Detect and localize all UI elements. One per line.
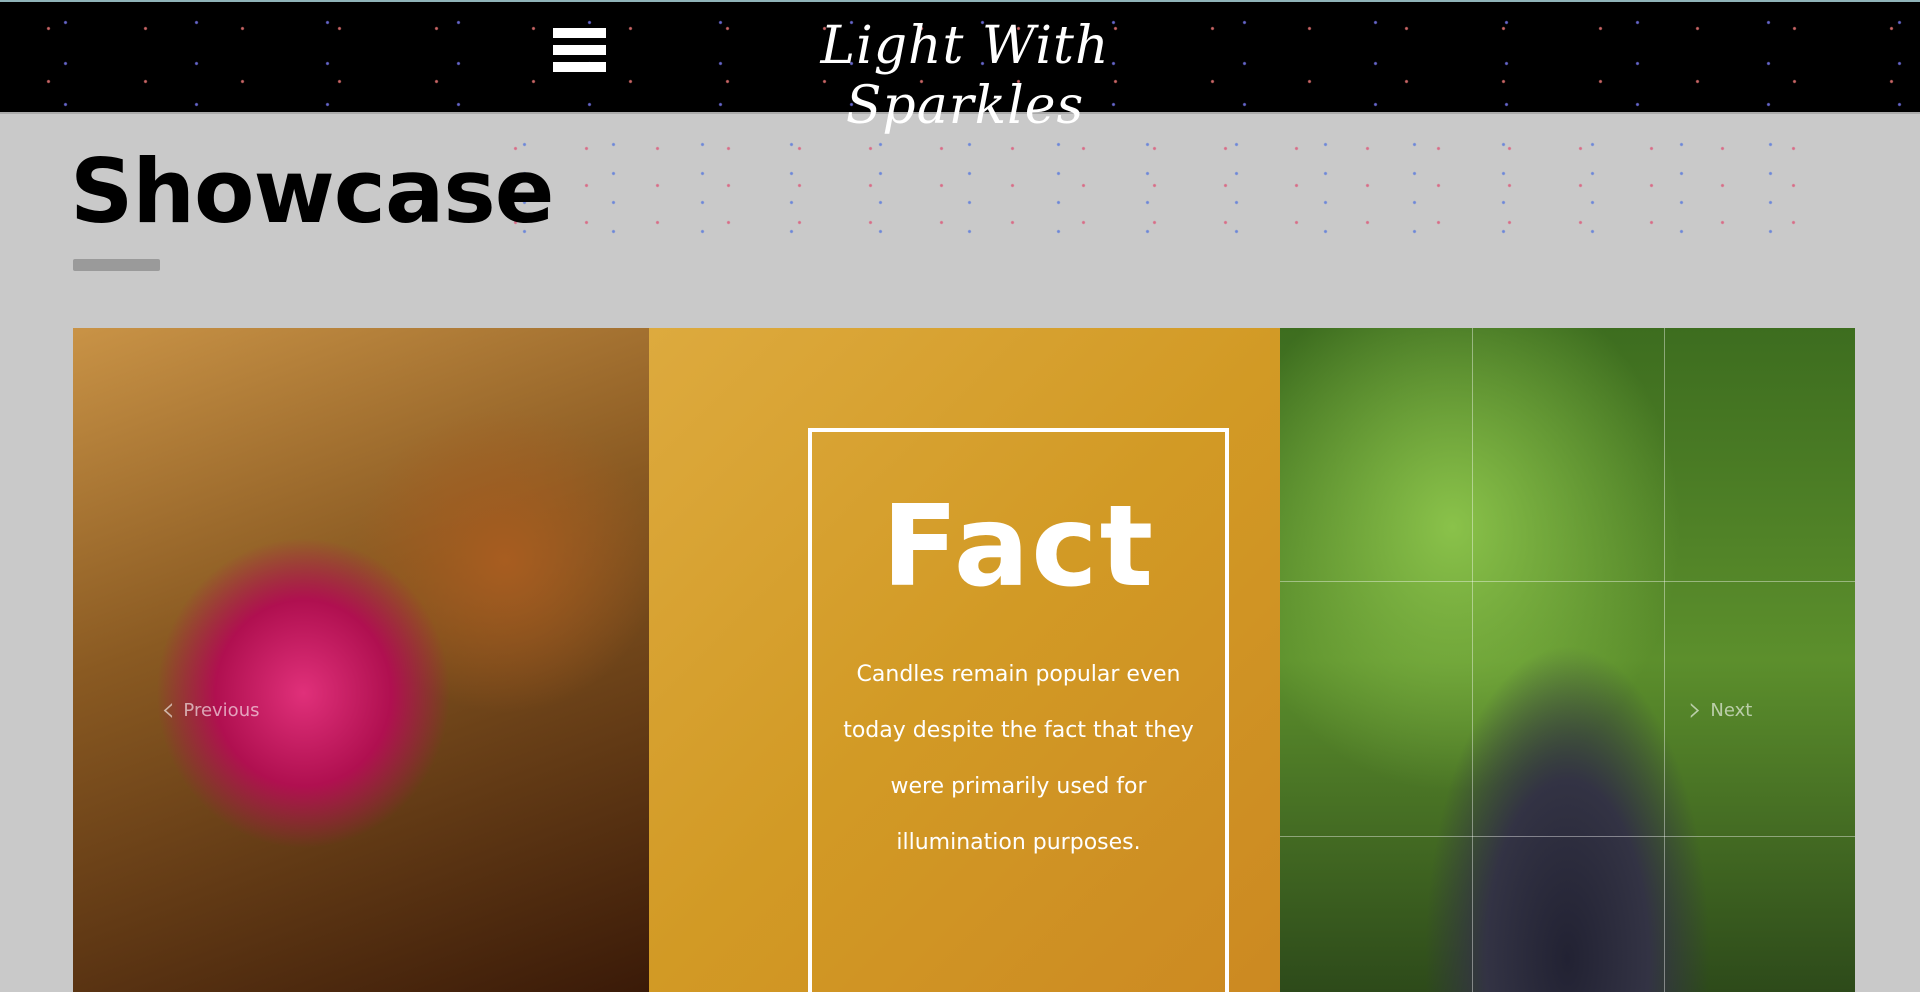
next-label: Next <box>1710 699 1753 721</box>
chevron-right-icon: › <box>1688 689 1703 730</box>
candle-image-blue <box>1280 328 1855 992</box>
grid-line <box>1280 836 1855 837</box>
title-underline <box>73 259 160 271</box>
hamburger-menu-icon[interactable] <box>553 28 606 72</box>
previous-label: Previous <box>183 699 260 721</box>
grid-line <box>1472 328 1473 992</box>
previous-button[interactable]: ‹ Previous <box>161 692 259 728</box>
grid-line <box>1280 581 1855 582</box>
fact-heading: Fact <box>881 482 1156 612</box>
showcase-carousel: Fact Candles remain popular even today d… <box>73 328 1855 992</box>
grid-line <box>1664 328 1665 992</box>
next-button[interactable]: › Next <box>1688 692 1752 728</box>
fact-box: Fact Candles remain popular even today d… <box>808 428 1229 992</box>
sparkles-decoration <box>480 130 1840 240</box>
page-title: Showcase <box>70 140 554 243</box>
site-logo[interactable]: Light With Sparkles <box>705 16 1225 136</box>
fact-panel: Fact Candles remain popular even today d… <box>649 328 1280 992</box>
site-header: Light With Sparkles <box>0 0 1920 136</box>
candle-image-pink <box>73 328 649 992</box>
fact-text: Candles remain popular even today despit… <box>843 662 1194 855</box>
chevron-left-icon: ‹ <box>161 689 176 730</box>
